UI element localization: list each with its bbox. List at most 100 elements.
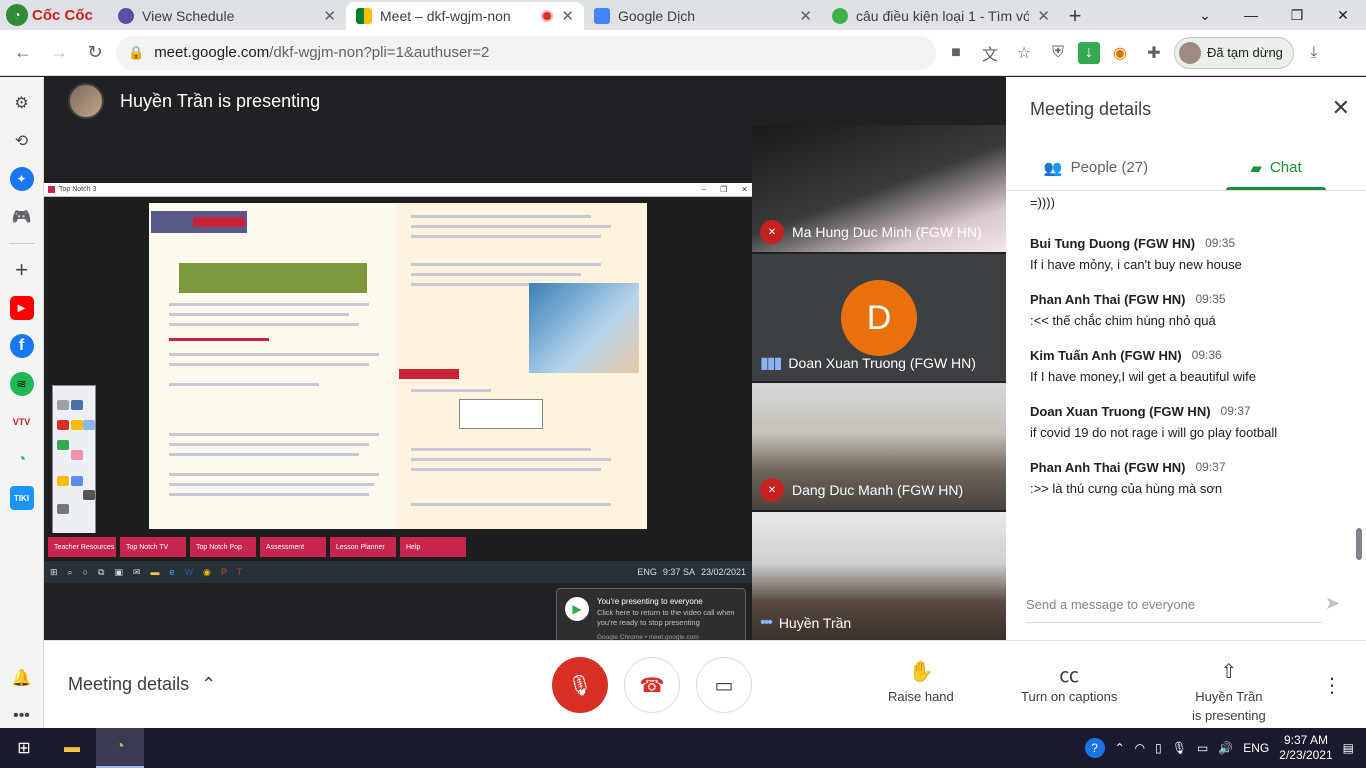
tray-chevron-icon[interactable]: ⌃ (1115, 741, 1125, 755)
spotify-icon[interactable]: ≋ (9, 372, 34, 396)
browser-brand[interactable]: ◔ Cốc Cốc (0, 0, 108, 30)
sidebar-divider (8, 243, 35, 244)
forward-icon[interactable]: → (44, 38, 74, 68)
lock-icon[interactable]: 🔒 (128, 45, 144, 61)
facebook-icon[interactable]: f (9, 334, 34, 358)
volume-icon[interactable]: 🔊 (1218, 741, 1233, 755)
tab-meet[interactable]: Meet – dkf-wgjm-non ✕ (346, 2, 584, 30)
close-tab-icon[interactable]: ✕ (1037, 7, 1050, 25)
participant-tile[interactable]: ✕ Ma Hung Duc Minh (FGW HN) (752, 125, 1006, 252)
back-icon[interactable]: ← (8, 38, 38, 68)
participant-tile[interactable]: ••• Huyền Trần (752, 512, 1006, 640)
tab-people[interactable]: 👥 People (27) (1006, 145, 1186, 190)
close-window-icon[interactable]: ✕ (1320, 0, 1366, 30)
text-line (169, 303, 369, 306)
messenger-icon[interactable]: ✦ (9, 167, 34, 191)
network-icon[interactable]: ◠ (1135, 741, 1145, 755)
participant-label: ▮▮▮ Doan Xuan Truong (FGW HN) (760, 353, 976, 373)
more-options-icon[interactable]: ⋮ (1322, 673, 1342, 698)
extensions-puzzle-icon[interactable]: ✚ (1140, 39, 1168, 67)
camera-permission-icon[interactable]: ■ (942, 39, 970, 67)
downloads-menu-icon[interactable]: ⤓ (1300, 39, 1328, 67)
chat-message: Kim Tuấn Anh (FGW HN) 09:36 If I have mon… (1030, 348, 1352, 384)
bookmark-star-icon[interactable]: ☆ (1010, 39, 1038, 67)
captions-button[interactable]: ㏄ Turn on captions (1021, 659, 1117, 704)
mic-off-icon: ✕ (760, 478, 784, 502)
present-button[interactable]: ⇧ Huyền Trần is presenting (1192, 659, 1266, 723)
chat-input[interactable]: Send a message to everyone (1026, 587, 1322, 623)
action-center-icon[interactable]: ▤ (1343, 741, 1354, 755)
close-tab-icon[interactable]: ✕ (799, 7, 812, 25)
new-tab-button[interactable]: + (1060, 2, 1090, 30)
profile-button[interactable]: Đã tạm dừng (1174, 36, 1294, 69)
chat-message: Phan Anh Thai (FGW HN) 09:37 :>> là thú c… (1030, 460, 1352, 496)
shared-tab: Lesson Planner (330, 537, 396, 557)
search-icon: ⌕ (67, 566, 73, 577)
extension-colorful-icon[interactable]: ◉ (1106, 39, 1134, 67)
meeting-details-toggle[interactable]: Meeting details ⌃ (68, 674, 216, 695)
windows-start-icon[interactable]: ⊞ (0, 728, 48, 768)
translate-page-icon[interactable]: 文 (976, 39, 1004, 67)
tab-chat[interactable]: ▰ Chat (1186, 145, 1366, 190)
tab-google-translate[interactable]: Google Dịch ✕ (584, 2, 822, 30)
close-tab-icon[interactable]: ✕ (561, 7, 574, 25)
coccoc-games-icon[interactable]: ◔ (10, 448, 34, 472)
browser-toolbar: ← → ↻ 🔒 meet.google.com/dkf-wgjm-non?pli… (0, 30, 1366, 76)
settings-gear-icon[interactable]: ⚙ (10, 91, 34, 115)
clock[interactable]: 9:37 AM 2/23/2021 (1279, 733, 1332, 763)
participant-tile[interactable]: D ▮▮▮ Doan Xuan Truong (FGW HN) (752, 254, 1006, 381)
raise-hand-label: Raise hand (888, 689, 954, 704)
captions-label: Turn on captions (1021, 689, 1118, 704)
camera-toggle-button[interactable]: ▭ (696, 657, 752, 713)
leave-call-button[interactable]: ☎ (624, 657, 680, 713)
vocabulary-table (179, 263, 367, 293)
goal-tag (193, 217, 245, 227)
history-icon[interactable]: ⟲ (10, 129, 34, 153)
reload-icon[interactable]: ↻ (80, 38, 110, 68)
microphone-toggle-button[interactable]: 🎙 (552, 657, 608, 713)
input-language[interactable]: ENG (1243, 741, 1269, 755)
raise-hand-button[interactable]: ✋ Raise hand (888, 659, 954, 704)
close-panel-icon[interactable]: ✕ (1332, 95, 1350, 121)
restore-icon[interactable]: ❐ (1274, 0, 1320, 30)
folder-icon: ▬ (150, 567, 160, 577)
youtube-icon[interactable]: ▶ (9, 296, 34, 320)
tab-title: View Schedule (142, 8, 235, 24)
microphone-icon[interactable]: 🎙 (1172, 741, 1187, 755)
pointer-tool-icon (57, 400, 69, 410)
display-icon[interactable]: ▯ (1155, 741, 1162, 755)
tab-search-icon[interactable]: ⌄ (1182, 0, 1228, 30)
game-controller-icon[interactable]: 🎮 (10, 205, 34, 229)
tab-view-schedule[interactable]: View Schedule ✕ (108, 2, 346, 30)
translate-favicon-icon (594, 8, 610, 24)
chat-time: 09:36 (1191, 348, 1222, 362)
chat-scrollbar[interactable] (1356, 528, 1362, 560)
more-dots-icon[interactable]: ••• (10, 704, 34, 728)
vtv-go-icon[interactable]: VTV (10, 410, 34, 434)
participant-tile[interactable]: ✕ Dang Duc Manh (FGW HN) (752, 383, 1006, 510)
shared-tray: ENG 9:37 SA 23/02/2021 (637, 567, 746, 577)
presenting-label-line1: Huyền Trần (1195, 689, 1263, 704)
battery-icon[interactable]: ▭ (1197, 741, 1208, 755)
coccoc-taskbar-icon[interactable]: ◔ (96, 728, 144, 768)
add-icon[interactable]: + (10, 257, 34, 282)
tab-search[interactable]: câu điều kiện loại 1 - Tìm với ✕ (822, 2, 1060, 30)
shared-screen[interactable]: Top Notch 3 – ❐ ✕ Teacher Resources Top … (44, 183, 752, 660)
download-icon[interactable]: ↓ (1078, 41, 1100, 64)
text-line (411, 273, 581, 276)
shield-icon[interactable]: ⛨ (1044, 39, 1072, 67)
tiki-icon[interactable]: TIKI (9, 486, 34, 510)
send-icon[interactable]: ➤ (1325, 593, 1340, 614)
help-icon[interactable]: ? (1084, 738, 1105, 758)
minimize-icon[interactable]: — (1228, 0, 1274, 30)
close-tab-icon[interactable]: ✕ (323, 7, 336, 25)
profile-avatar (1179, 41, 1201, 64)
speaking-indicator-icon: ▮▮▮ (760, 355, 782, 372)
hand-icon: ✋ (908, 661, 934, 683)
browser-brand-name: Cốc Cốc (32, 6, 93, 24)
notification-bell-icon[interactable]: 🔔 (10, 666, 34, 690)
people-icon: 👥 (1043, 159, 1063, 177)
file-explorer-icon[interactable]: ▬ (48, 728, 96, 768)
chat-list[interactable]: =)))) Bui Tung Duong (FGW HN) 09:35 If i … (1006, 193, 1352, 568)
address-bar[interactable]: 🔒 meet.google.com/dkf-wgjm-non?pli=1&aut… (116, 35, 936, 70)
